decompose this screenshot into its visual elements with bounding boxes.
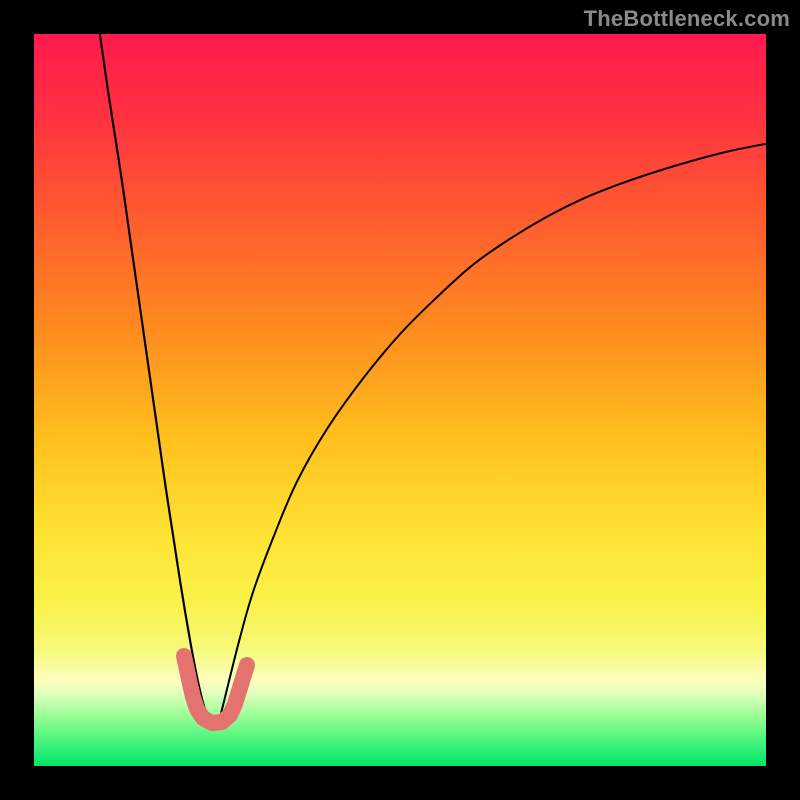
left-curve	[100, 34, 217, 729]
outer-frame: TheBottleneck.com	[0, 0, 800, 800]
marker-highlight	[184, 656, 247, 723]
plot-area	[34, 34, 766, 766]
right-curve	[217, 144, 766, 730]
watermark-text: TheBottleneck.com	[584, 6, 790, 32]
curves-layer	[34, 34, 766, 766]
